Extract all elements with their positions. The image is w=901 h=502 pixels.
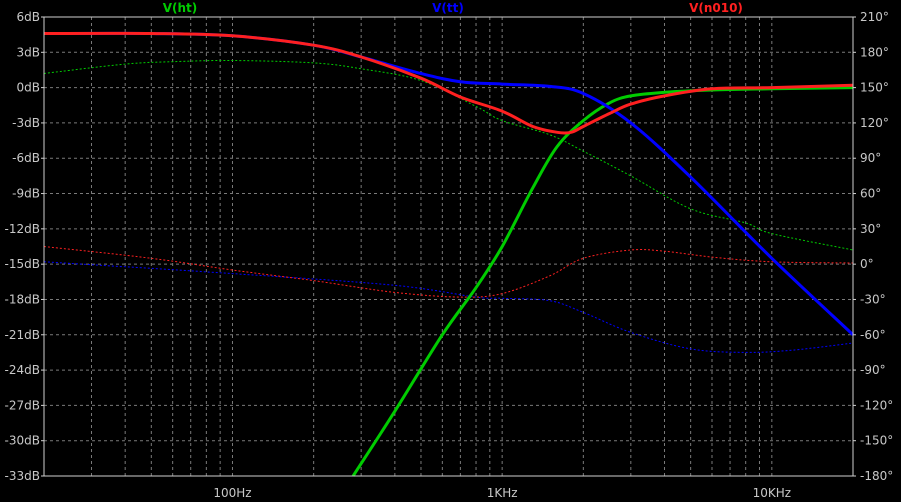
left-axis-db-labels: 6dB 3dB 0dB -3dB -6dB -9dB -12dB -15dB -18dB -21d… bbox=[5, 10, 44, 483]
db-tick-label: -15dB bbox=[5, 257, 40, 271]
db-tick-label: 0dB bbox=[17, 81, 40, 95]
phase-tick-label: 180° bbox=[860, 45, 889, 59]
db-tick-label: -21dB bbox=[5, 328, 40, 342]
frequency-tick-label: 1KHz bbox=[487, 486, 518, 500]
plot-frame bbox=[43, 16, 854, 477]
phase-tick-label: 60° bbox=[860, 187, 881, 201]
db-tick-label: -3dB bbox=[12, 116, 40, 130]
legend-entry: V(tt) bbox=[432, 1, 464, 15]
vht-magnitude-trace bbox=[351, 86, 854, 477]
grid-lines bbox=[43, 16, 854, 477]
curve-layer bbox=[43, 31, 855, 477]
vn010-magnitude-trace bbox=[43, 31, 854, 135]
vn010-phase-trace bbox=[43, 246, 854, 298]
phase-tick-label: 30° bbox=[860, 222, 881, 236]
phase-tick-label: -30° bbox=[860, 292, 886, 306]
db-tick-label: -30dB bbox=[5, 434, 40, 448]
phase-tick-label: 150° bbox=[860, 81, 889, 95]
db-tick-label: -24dB bbox=[5, 363, 40, 377]
db-tick-label: -33dB bbox=[5, 469, 40, 483]
right-axis-phase-labels: 210° 180° 150° 120° 90° 60° 30° 0° -30° -60° -90° -… bbox=[853, 10, 893, 483]
db-tick-label: -18dB bbox=[5, 292, 40, 306]
phase-tick-label: 90° bbox=[860, 151, 881, 165]
vtt-magnitude-trace bbox=[43, 31, 855, 336]
phase-tick-label: 120° bbox=[860, 116, 889, 130]
bode-plot: 6dB 3dB 0dB -3dB -6dB -9dB -12dB -15dB -18dB -21d… bbox=[5, 1, 894, 500]
phase-tick-label: -60° bbox=[860, 328, 886, 342]
db-tick-label: -9dB bbox=[12, 187, 40, 201]
trace-legend: V(ht) V(tt) V(n010) bbox=[163, 1, 743, 15]
vtt-phase-trace bbox=[43, 261, 854, 353]
db-tick-label: 3dB bbox=[17, 45, 40, 59]
frequency-tick-label: 10KHz bbox=[753, 486, 791, 500]
phase-tick-label: 0° bbox=[860, 257, 874, 271]
phase-tick-label: -180° bbox=[860, 469, 893, 483]
db-tick-label: 6dB bbox=[17, 10, 40, 24]
legend-entry: V(ht) bbox=[163, 1, 198, 15]
legend-entry: V(n010) bbox=[689, 1, 743, 15]
db-tick-label: -12dB bbox=[5, 222, 40, 236]
phase-tick-label: -150° bbox=[860, 434, 893, 448]
phase-tick-label: -90° bbox=[860, 363, 886, 377]
phase-tick-label: 210° bbox=[860, 10, 889, 24]
db-tick-label: -27dB bbox=[5, 398, 40, 412]
x-axis-frequency-labels: 100Hz 1KHz 10KHz bbox=[213, 486, 791, 500]
phase-tick-label: -120° bbox=[860, 398, 893, 412]
db-tick-label: -6dB bbox=[12, 151, 40, 165]
frequency-tick-label: 100Hz bbox=[213, 486, 251, 500]
